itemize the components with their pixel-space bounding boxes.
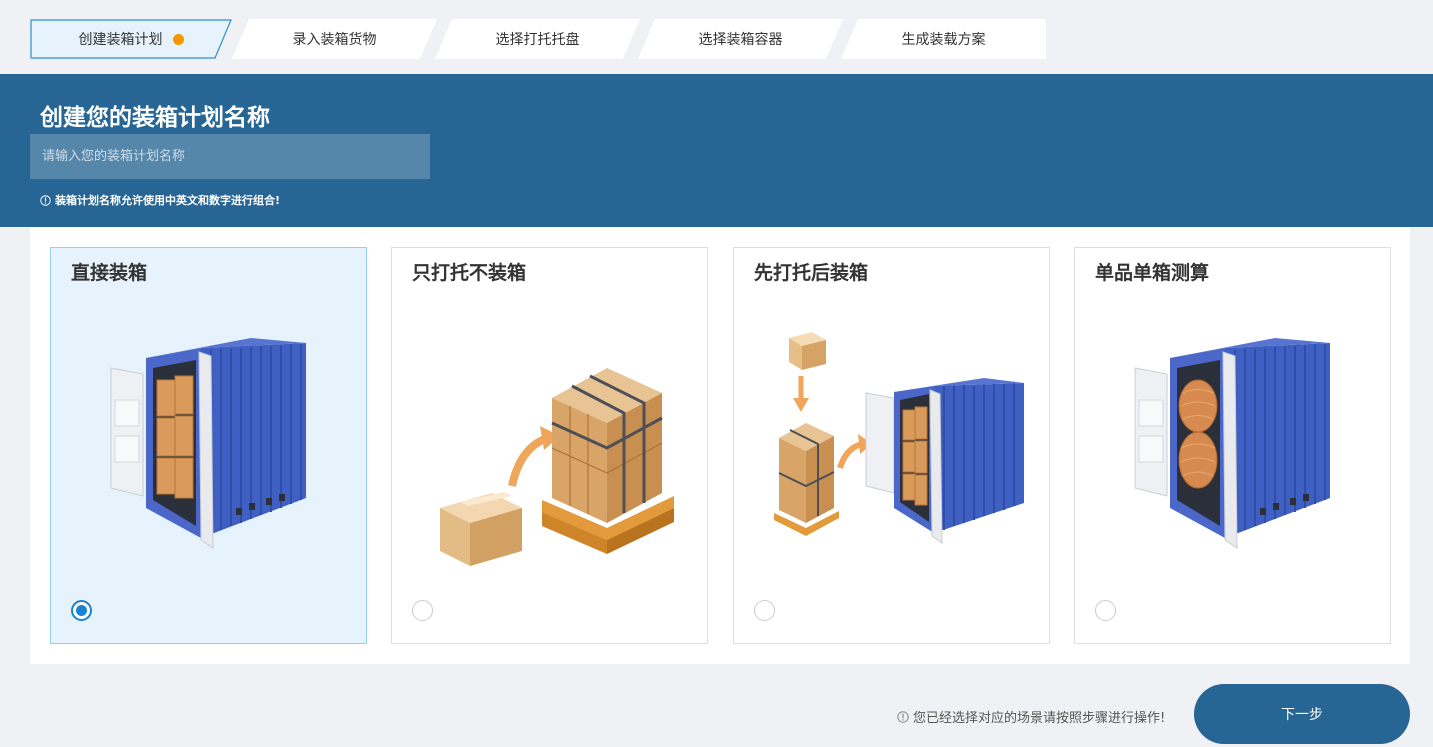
pallet-boxes-icon: [440, 368, 674, 566]
hint-text: 装箱计划名称允许使用中英文和数字进行组合!: [55, 194, 281, 207]
scenario-radio[interactable]: [412, 600, 433, 621]
pallet-container-icon: [774, 332, 1024, 544]
step-label: 选择装箱容器: [698, 32, 783, 48]
roll-container-icon: [1134, 338, 1330, 549]
banner-title: 创建您的装箱计划名称: [40, 105, 270, 131]
step-select-container[interactable]: 选择装箱容器: [638, 19, 843, 59]
scenario-card-pallet-then-pack[interactable]: 先打托后装箱: [733, 247, 1050, 644]
step-select-pallet[interactable]: 选择打托托盘: [435, 19, 640, 59]
scenario-card-pallet-only[interactable]: 只打托不装箱: [391, 247, 708, 644]
scenario-radio[interactable]: [1095, 600, 1116, 621]
card-title: 单品单箱测算: [1095, 262, 1210, 284]
current-step-dot-icon: [172, 33, 184, 45]
scenario-radio[interactable]: [71, 600, 92, 621]
step-label: 生成装载方案: [901, 32, 986, 48]
card-title: 先打托后装箱: [754, 262, 869, 284]
step-label: 录入装箱货物: [292, 32, 377, 48]
scenario-panel: 直接装箱 只打托不装箱 先打托后装箱 单品单箱测算: [30, 227, 1410, 664]
step-label: 创建装箱计划: [78, 32, 163, 48]
plan-name-banner: 创建您的装箱计划名称 装箱计划名称允许使用中英文和数字进行组合!: [0, 74, 1433, 227]
card-title: 直接装箱: [71, 262, 148, 284]
plan-name-hint: 装箱计划名称允许使用中英文和数字进行组合!: [40, 192, 280, 208]
scenario-radio[interactable]: [754, 600, 775, 621]
card-title: 只打托不装箱: [412, 262, 527, 284]
scenario-card-single-item[interactable]: 单品单箱测算: [1074, 247, 1391, 644]
step-generate-plan[interactable]: 生成装载方案: [841, 19, 1046, 59]
plan-name-input[interactable]: [30, 134, 430, 179]
footer-hint: 您已经选择对应的场景请按照步骤进行操作!: [897, 707, 1165, 726]
step-create-plan[interactable]: 创建装箱计划: [30, 19, 232, 59]
step-label: 选择打托托盘: [495, 32, 580, 48]
info-icon: [897, 710, 909, 723]
shipping-container-icon: [110, 338, 306, 549]
next-step-button[interactable]: 下一步: [1194, 684, 1410, 744]
info-icon: [40, 194, 51, 206]
footer-hint-text: 您已经选择对应的场景请按照步骤进行操作!: [913, 711, 1166, 726]
scenario-card-direct-packing[interactable]: 直接装箱: [50, 247, 367, 644]
steps-bar: 创建装箱计划 录入装箱货物 选择打托托盘 选择装箱容器 生成装载方案: [30, 19, 1046, 59]
step-enter-cargo[interactable]: 录入装箱货物: [232, 19, 437, 59]
